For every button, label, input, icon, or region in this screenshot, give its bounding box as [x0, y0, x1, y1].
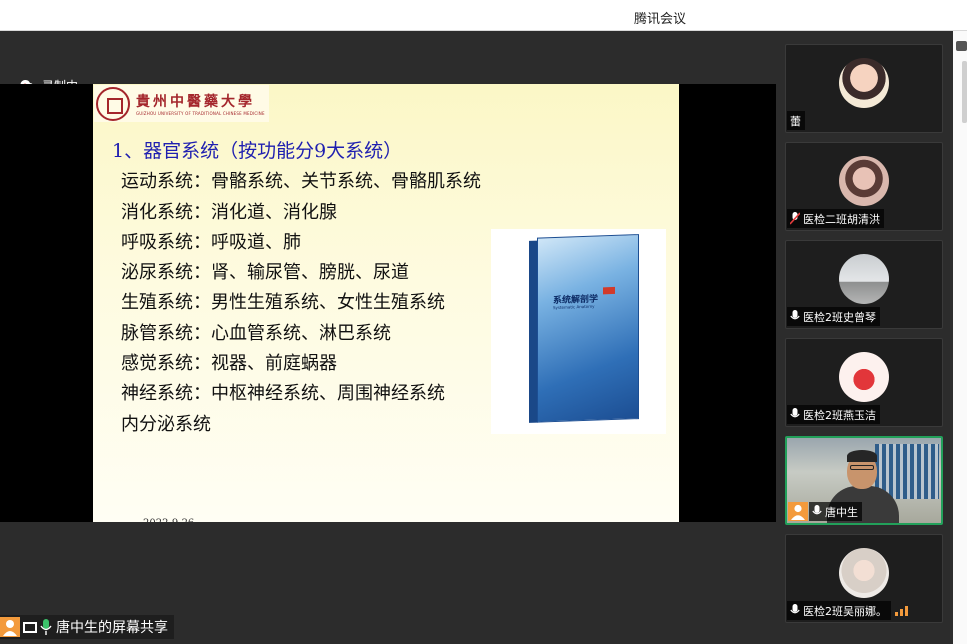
participant-avatar — [839, 254, 889, 304]
more-options-icon[interactable] — [956, 41, 967, 51]
participant-name: 唐中生 — [825, 505, 858, 519]
screen-share-icon — [23, 621, 37, 633]
participant-tile[interactable]: 医检二班胡清洪 — [785, 142, 943, 231]
participant-avatar — [839, 156, 889, 206]
user-avatar-icon — [0, 617, 20, 637]
system-line: 生殖系统：男性生殖系统、女性生殖系统 — [121, 292, 445, 313]
participant-avatar — [839, 58, 889, 108]
participant-nameplate: 医检二班胡清洪 — [787, 209, 884, 228]
university-name-cn: 貴州中醫藥大學 — [136, 94, 255, 110]
participant-name: 医检二班胡清洪 — [803, 212, 880, 226]
participant-avatar — [839, 548, 889, 598]
system-line: 神经系统：中枢神经系统、周围神经系统 — [121, 383, 445, 404]
participant-tile[interactable]: 医检2班燕玉洁 — [785, 338, 943, 427]
university-seal-icon — [96, 86, 130, 121]
system-line: 运动系统：骨骼系统、关节系统、骨骼肌系统 — [121, 171, 481, 192]
edition-badge — [603, 286, 615, 295]
screen-share-label[interactable]: 唐中生的屏幕共享 — [0, 615, 174, 639]
share-label-text: 唐中生的屏幕共享 — [56, 620, 168, 636]
scrollbar-thumb[interactable] — [962, 61, 967, 123]
participant-name: 医检2班吴丽娜。 — [803, 604, 887, 618]
microphone-icon — [790, 604, 800, 614]
presentation-slide: 貴州中醫藥大學 GUIZHOU UNIVERSITY OF TRADITIONA… — [93, 84, 679, 522]
university-logo: 貴州中醫藥大學 GUIZHOU UNIVERSITY OF TRADITIONA… — [94, 85, 269, 122]
system-line: 脉管系统：心血管系统、淋巴系统 — [121, 323, 391, 344]
textbook-cover-image: 系统解剖学 Systematic Anatomy — [529, 234, 639, 423]
participant-name: 医检2班史曾琴 — [803, 310, 876, 324]
sidebar-scrollbar[interactable] — [953, 31, 967, 644]
participant-name: 蕾 — [790, 114, 801, 128]
speaking-volume-icon — [895, 606, 908, 616]
system-line: 感觉系统：视器、前庭蜗器 — [121, 353, 337, 374]
system-line: 内分泌系统 — [121, 414, 211, 435]
participant-nameplate: 医检2班燕玉洁 — [787, 405, 880, 424]
participant-tile[interactable]: 医检2班史曾琴 — [785, 240, 943, 329]
microphone-muted-icon — [790, 212, 800, 225]
participant-avatar — [839, 352, 889, 402]
university-name-en: GUIZHOU UNIVERSITY OF TRADITIONAL CHINES… — [136, 111, 265, 116]
app-title: 腾讯会议 — [633, 12, 686, 27]
microphone-icon — [812, 505, 822, 515]
participant-tile[interactable]: 蕾 — [785, 44, 943, 133]
participant-tile[interactable]: 医检2班吴丽娜。 — [785, 534, 943, 623]
system-line: 泌尿系统：肾、输尿管、膀胱、尿道 — [121, 262, 409, 283]
participant-nameplate: 唐中生 — [809, 502, 862, 521]
participant-nameplate: 蕾 — [787, 111, 805, 130]
participant-nameplate: 医检2班史曾琴 — [787, 307, 880, 326]
participant-name: 医检2班燕玉洁 — [803, 408, 876, 422]
microphone-icon — [790, 310, 800, 320]
host-avatar-icon — [788, 502, 808, 521]
participant-nameplate: 医检2班吴丽娜。 — [787, 601, 891, 620]
system-line: 消化系统：消化道、消化腺 — [121, 202, 337, 223]
system-line: 呼吸系统：呼吸道、肺 — [121, 232, 301, 253]
microphone-icon — [790, 408, 800, 418]
slide-date: 2022-9-26 — [143, 518, 194, 522]
microphone-icon — [40, 619, 52, 635]
slide-heading: 1、器官系统（按功能分9大系统） — [112, 140, 403, 162]
title-bar: 腾讯会议 — [0, 0, 967, 31]
participant-tile-active-speaker[interactable]: 唐中生 — [785, 436, 943, 525]
